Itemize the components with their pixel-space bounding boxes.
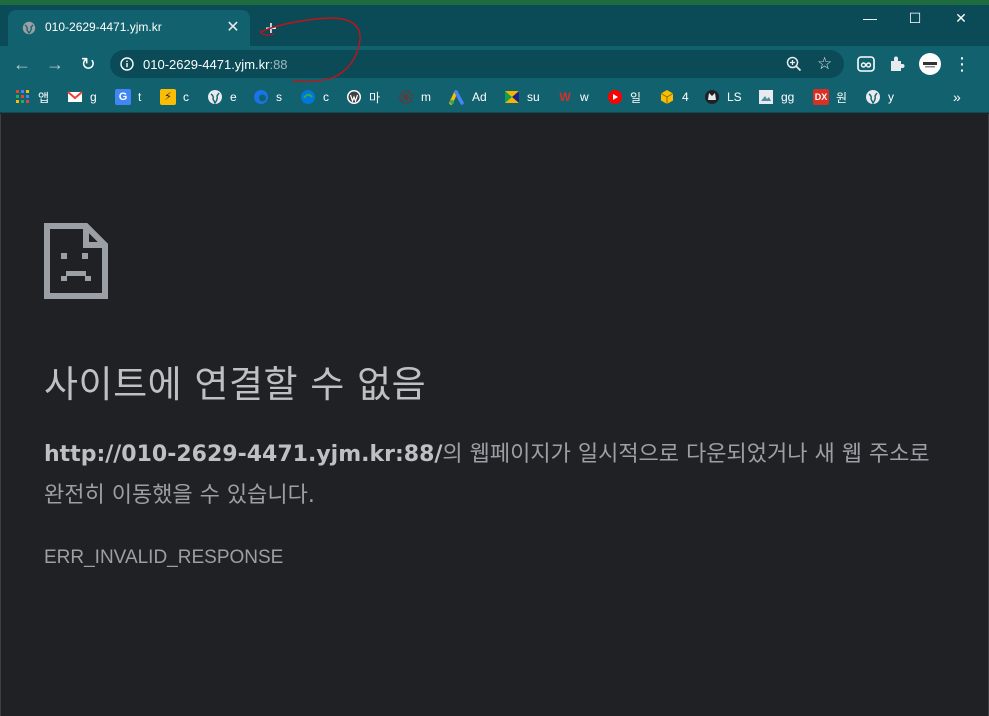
extension-reader-icon[interactable] — [854, 52, 878, 76]
youtube-icon — [608, 90, 622, 104]
maximize-button[interactable]: ☐ — [892, 6, 938, 30]
browser-menu-button[interactable]: ⋮ — [950, 52, 974, 76]
error-url: http://010-2629-4471.yjm.kr:88/ — [44, 442, 443, 467]
bookmarks-bar: 앱 g G t ⚡ c e s c 마 m Ad su W w 일 4 LS g… — [0, 82, 989, 113]
bookmark-item[interactable]: s — [253, 88, 282, 106]
url-host: 010-2629-4471.yjm.kr — [143, 57, 270, 72]
address-bar[interactable]: 010-2629-4471.yjm.kr:88 ☆ — [110, 50, 844, 78]
error-code: ERR_INVALID_RESPONSE — [44, 547, 284, 568]
wolf-icon — [705, 90, 719, 104]
bookmark-item[interactable]: 앱 — [15, 88, 49, 106]
globe-icon — [22, 21, 36, 35]
bookmark-label: 원 — [836, 90, 848, 105]
new-tab-button[interactable]: + — [260, 18, 282, 40]
bookmark-label: s — [276, 90, 282, 104]
extensions-puzzle-icon[interactable] — [886, 52, 910, 76]
gear-icon — [398, 89, 414, 105]
error-description: http://010-2629-4471.yjm.kr:88/의 웹페이지가 일… — [44, 434, 954, 516]
bookmark-item[interactable]: 4 — [659, 88, 689, 106]
page-content: 사이트에 연결할 수 없음 http://010-2629-4471.yjm.k… — [0, 114, 989, 716]
bookmark-label: su — [527, 90, 540, 104]
title-bar: 010-2629-4471.yjm.kr ✕ + — ☐ ✕ — [0, 0, 989, 46]
google-ads-icon — [449, 90, 464, 105]
bookmark-label: 마 — [369, 90, 381, 105]
bookmark-item[interactable]: W w — [557, 88, 589, 106]
forward-button[interactable]: → — [43, 52, 67, 76]
url-text[interactable]: 010-2629-4471.yjm.kr:88 — [143, 57, 288, 72]
close-window-button[interactable]: ✕ — [938, 6, 984, 30]
reload-button[interactable]: ↻ — [76, 52, 100, 76]
bookmark-label: c — [323, 90, 329, 104]
bookmark-item[interactable]: LS — [704, 88, 742, 106]
bookmark-label: w — [580, 90, 589, 104]
bookmark-label: g — [90, 90, 97, 104]
globe-icon — [866, 90, 880, 105]
bookmark-item[interactable]: e — [207, 88, 237, 106]
bookmark-label: y — [888, 90, 894, 104]
toolbar: ← → ↻ 010-2629-4471.yjm.kr:88 ☆ ⋮ — [0, 46, 989, 82]
info-icon[interactable] — [120, 57, 134, 71]
bookmark-item[interactable]: m — [398, 88, 431, 106]
bookmark-label: 4 — [682, 90, 689, 104]
globe-icon — [208, 90, 222, 105]
back-button[interactable]: ← — [10, 52, 34, 76]
bookmark-label: m — [421, 90, 431, 104]
google-translate-icon: G — [115, 89, 131, 105]
wordpress-icon — [347, 90, 361, 104]
gmail-icon — [67, 91, 83, 102]
profile-avatar-icon[interactable] — [918, 52, 942, 76]
url-port: :88 — [269, 57, 288, 72]
bookmark-label: 일 — [630, 90, 642, 105]
image-icon — [759, 90, 773, 104]
bookmark-label: e — [230, 90, 237, 104]
bookmark-item[interactable]: 마 — [346, 88, 380, 106]
bookmark-item[interactable]: gg — [758, 88, 794, 106]
bookmark-item[interactable]: su — [504, 88, 540, 106]
tab-title: 010-2629-4471.yjm.kr — [45, 20, 162, 34]
bookmark-label: gg — [781, 90, 795, 104]
bookmark-label: t — [138, 90, 142, 104]
bookmark-label: 앱 — [38, 90, 50, 105]
tab-close-button[interactable]: ✕ — [224, 19, 242, 37]
dx-icon: DX — [813, 89, 829, 105]
edge-icon — [301, 90, 315, 104]
tab-active[interactable]: 010-2629-4471.yjm.kr ✕ — [8, 10, 250, 46]
zoom-icon[interactable] — [786, 56, 802, 72]
flag-icon — [505, 91, 519, 103]
minimize-button[interactable]: — — [847, 6, 893, 30]
bookmark-item[interactable]: c — [300, 88, 329, 106]
bookmark-item[interactable]: g — [67, 88, 97, 106]
bookmarks-overflow-button[interactable]: » — [953, 88, 961, 106]
desktop-strip — [0, 0, 989, 5]
edge-icon — [254, 90, 268, 104]
bookmark-item[interactable]: Ad — [449, 88, 487, 106]
bookmark-star-icon[interactable]: ☆ — [817, 54, 832, 74]
lightning-icon: ⚡ — [160, 89, 176, 105]
error-title: 사이트에 연결할 수 없음 — [44, 363, 427, 406]
apps-grid-icon — [16, 90, 29, 103]
bookmark-item[interactable]: ⚡ c — [160, 88, 189, 106]
sad-document-icon — [44, 223, 108, 299]
bookmark-label: c — [183, 90, 189, 104]
cube-icon — [660, 90, 674, 104]
bookmark-item[interactable]: G t — [115, 88, 141, 106]
bookmark-item[interactable]: y — [865, 88, 894, 106]
bookmark-label: LS — [727, 90, 742, 104]
bookmark-item[interactable]: 일 — [607, 88, 641, 106]
w-logo-icon: W — [559, 90, 571, 104]
bookmark-label: Ad — [472, 90, 487, 104]
bookmark-item[interactable]: DX 원 — [813, 88, 847, 106]
